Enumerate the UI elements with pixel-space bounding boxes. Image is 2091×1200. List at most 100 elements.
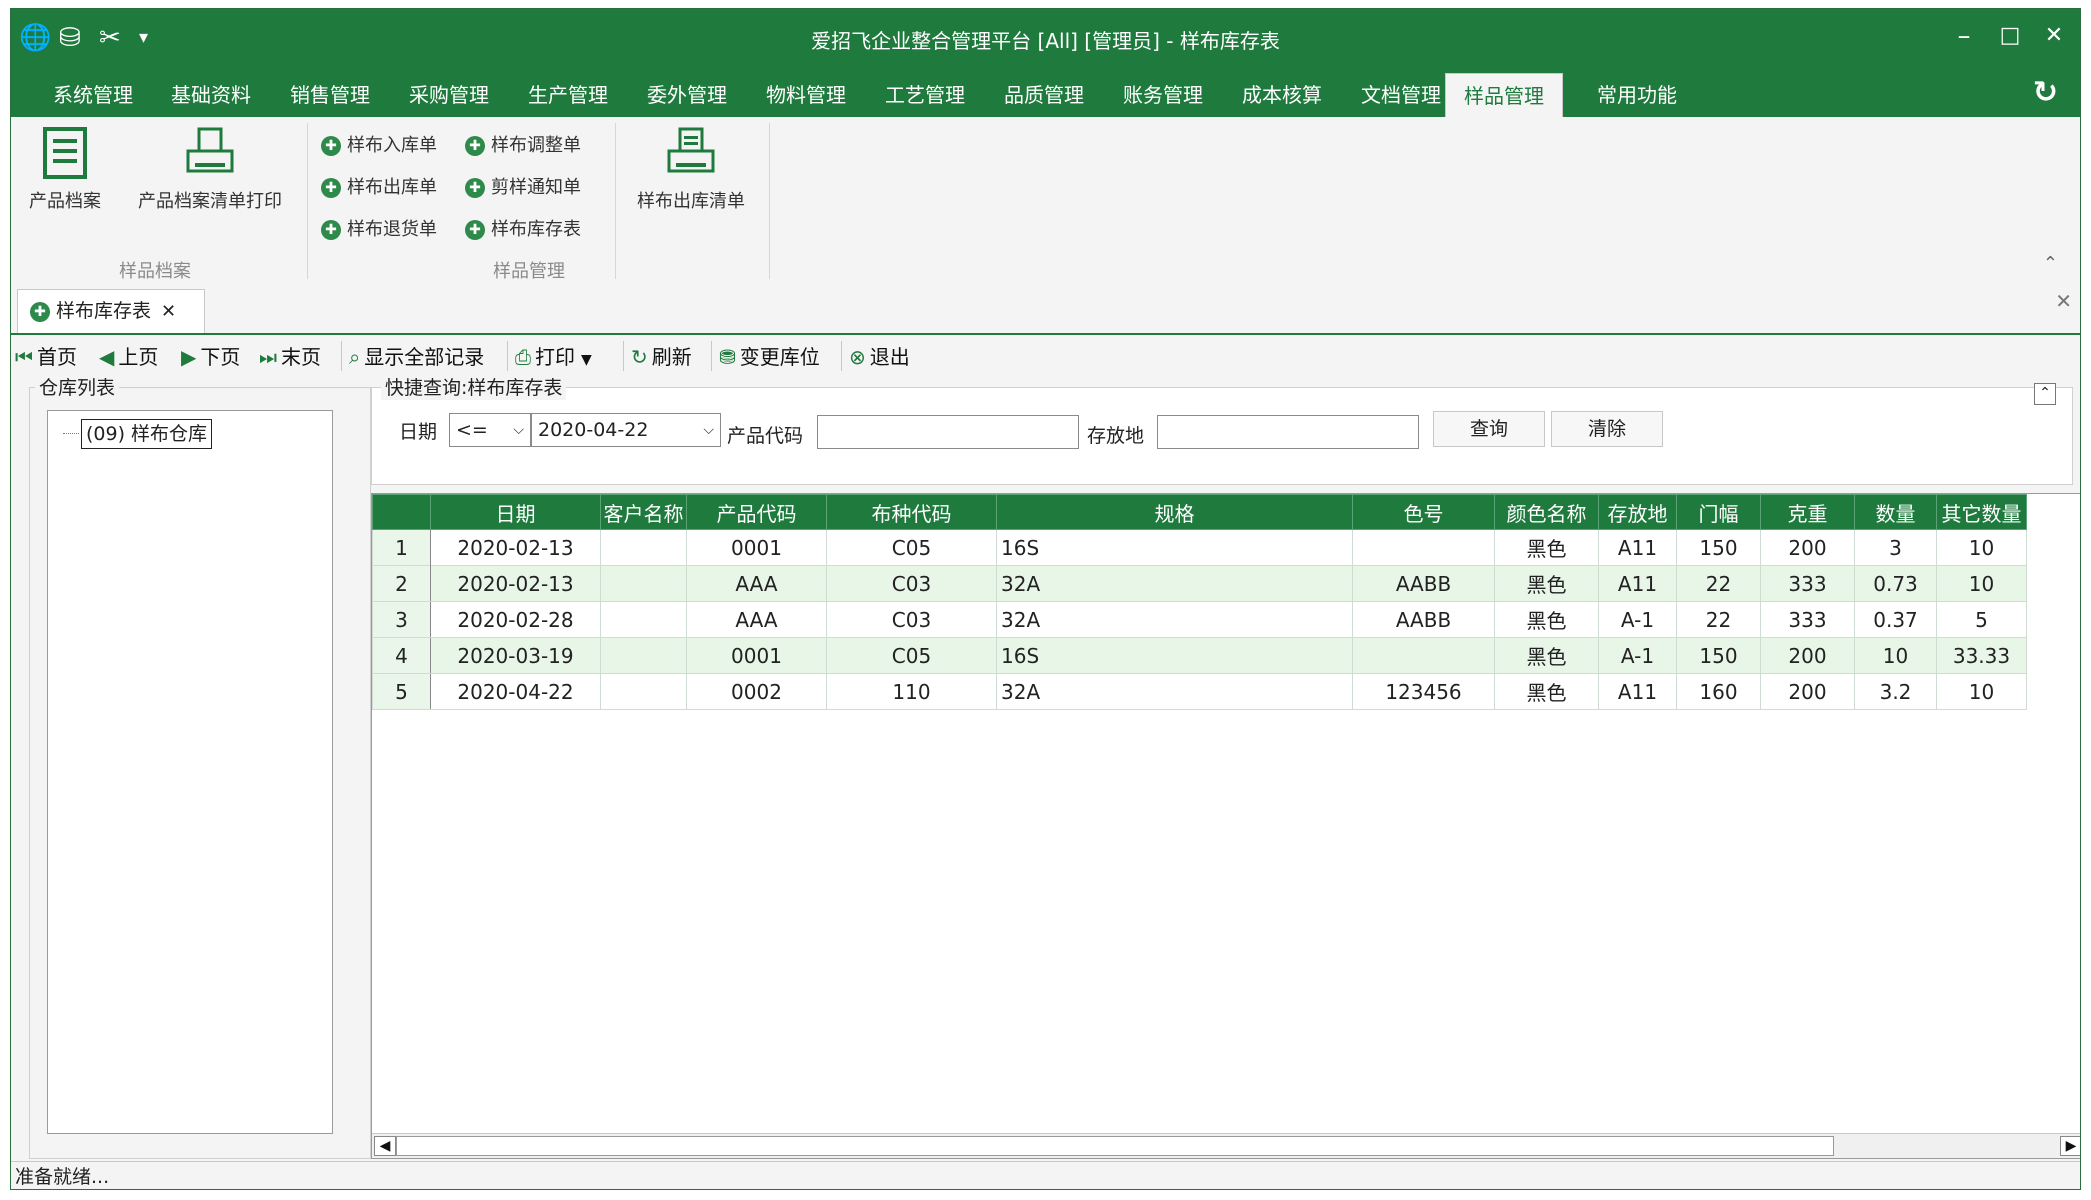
table-cell[interactable]: 10	[1854, 637, 1937, 674]
print-button[interactable]: ⎙ 打印 ▼	[515, 341, 592, 370]
sample-return-button[interactable]: ✚ 样布退货单	[321, 215, 437, 241]
table-cell[interactable]: 黑色	[1494, 565, 1599, 602]
last-page-button[interactable]: ⏭ 末页	[259, 341, 321, 370]
table-cell[interactable]: 123456	[1352, 673, 1495, 710]
table-cell[interactable]: 200	[1760, 529, 1855, 566]
first-page-button[interactable]: ⏮ 首页	[15, 341, 77, 370]
change-location-button[interactable]: ⛃ 变更库位	[719, 341, 820, 370]
table-cell[interactable]: 0001	[686, 529, 827, 566]
prev-page-button[interactable]: ◀ 上页	[99, 341, 158, 370]
minimize-button[interactable]: –	[1944, 21, 1984, 51]
maximize-button[interactable]: □	[1990, 23, 2030, 48]
tab-close-icon[interactable]: ✕	[161, 301, 176, 322]
close-button[interactable]: ✕	[2034, 23, 2074, 48]
table-row[interactable]: 1 2020-02-13 0001 C05 16S 黑色 A11 150 200 3 10	[372, 529, 2027, 566]
table-cell[interactable]: 0002	[686, 673, 827, 710]
column-header[interactable]: 色号	[1352, 494, 1495, 530]
scroll-right-icon[interactable]: ▶	[2060, 1136, 2080, 1156]
table-cell[interactable]: A11	[1598, 673, 1677, 710]
tree-item-warehouse[interactable]: (09) 样布仓库	[81, 419, 213, 449]
table-cell[interactable]: 黑色	[1494, 637, 1599, 674]
sample-adjust-button[interactable]: ✚ 样布调整单	[465, 131, 581, 157]
table-cell[interactable]: 22	[1676, 601, 1761, 638]
table-cell[interactable]: 2020-02-13	[430, 565, 601, 602]
horizontal-scrollbar[interactable]: ◀ ▶	[372, 1133, 2080, 1158]
table-cell[interactable]: 33.33	[1936, 637, 2027, 674]
table-cell[interactable]: AAA	[686, 601, 827, 638]
column-header-rownum[interactable]	[372, 494, 431, 530]
table-cell[interactable]: 16S	[996, 529, 1353, 566]
column-header[interactable]: 客户名称	[600, 494, 687, 530]
table-cell[interactable]	[600, 529, 687, 566]
table-cell[interactable]: 333	[1760, 601, 1855, 638]
table-cell[interactable]: 5	[1936, 601, 2027, 638]
table-cell[interactable]: 32A	[996, 601, 1353, 638]
table-cell[interactable]: 3.2	[1854, 673, 1937, 710]
table-cell[interactable]: 黑色	[1494, 601, 1599, 638]
table-cell[interactable]: 0.73	[1854, 565, 1937, 602]
row-number-cell[interactable]: 1	[372, 529, 431, 566]
show-all-button[interactable]: ⌕ 显示全部记录	[349, 341, 484, 370]
menu-samples[interactable]: 样品管理	[1445, 73, 1563, 117]
table-cell[interactable]: C05	[826, 529, 997, 566]
ribbon-collapse-icon[interactable]: ⌃	[2043, 253, 2058, 274]
row-number-cell[interactable]: 2	[372, 565, 431, 602]
table-cell[interactable]: 32A	[996, 565, 1353, 602]
column-header[interactable]: 日期	[430, 494, 601, 530]
sample-stock-button[interactable]: ✚ 样布库存表	[465, 215, 581, 241]
search-button[interactable]: 查询	[1433, 411, 1545, 447]
table-cell[interactable]: 10	[1936, 565, 2027, 602]
table-cell[interactable]: 150	[1676, 637, 1761, 674]
print-dropdown-icon[interactable]: ▼	[581, 352, 592, 368]
date-operator-select[interactable]: <= ⌵	[449, 413, 531, 447]
refresh-button[interactable]: ↻ 刷新	[631, 341, 692, 370]
scroll-left-icon[interactable]: ◀	[374, 1136, 396, 1156]
table-cell[interactable]: 16S	[996, 637, 1353, 674]
app-refresh-icon[interactable]: ↻	[2033, 75, 2058, 110]
table-cell[interactable]: 0001	[686, 637, 827, 674]
table-cell[interactable]: 160	[1676, 673, 1761, 710]
table-cell[interactable]: 0.37	[1854, 601, 1937, 638]
table-cell[interactable]: 200	[1760, 673, 1855, 710]
table-cell[interactable]: 150	[1676, 529, 1761, 566]
table-cell[interactable]: 黑色	[1494, 673, 1599, 710]
table-cell[interactable]: 黑色	[1494, 529, 1599, 566]
table-row[interactable]: 3 2020-02-28 AAA C03 32A AABB 黑色 A-1 22 333 0.37 5	[372, 601, 2027, 638]
table-cell[interactable]: 110	[826, 673, 997, 710]
row-number-cell[interactable]: 4	[372, 637, 431, 674]
table-cell[interactable]: A-1	[1598, 601, 1677, 638]
menu-costing[interactable]: 成本核算	[1228, 73, 1336, 117]
menu-purchase[interactable]: 采购管理	[395, 73, 503, 117]
sample-out-button[interactable]: ✚ 样布出库单	[321, 173, 437, 199]
table-cell[interactable]: 10	[1936, 673, 2027, 710]
product-file-print-button[interactable]: 产品档案清单打印	[127, 127, 293, 213]
table-cell[interactable]: 22	[1676, 565, 1761, 602]
table-cell[interactable]: C03	[826, 601, 997, 638]
row-number-cell[interactable]: 3	[372, 601, 431, 638]
row-number-cell[interactable]: 5	[372, 673, 431, 710]
menu-basic-data[interactable]: 基础资料	[157, 73, 265, 117]
table-cell[interactable]	[1352, 637, 1495, 674]
sample-out-list-button[interactable]: 样布出库清单	[623, 127, 759, 213]
scrollbar-thumb[interactable]	[396, 1136, 1834, 1156]
table-cell[interactable]	[1352, 529, 1495, 566]
table-row[interactable]: 5 2020-04-22 0002 110 32A 123456 黑色 A11 160 200 3.…	[372, 673, 2027, 710]
column-header[interactable]: 门幅	[1676, 494, 1761, 530]
table-cell[interactable]	[600, 601, 687, 638]
column-header[interactable]: 布种代码	[826, 494, 997, 530]
menu-quality[interactable]: 品质管理	[990, 73, 1098, 117]
column-header[interactable]: 存放地	[1598, 494, 1677, 530]
table-cell[interactable]: 32A	[996, 673, 1353, 710]
table-cell[interactable]: 10	[1936, 529, 2027, 566]
column-header[interactable]: 产品代码	[686, 494, 827, 530]
table-cell[interactable]: AAA	[686, 565, 827, 602]
table-cell[interactable]: AABB	[1352, 565, 1495, 602]
menu-outsourcing[interactable]: 委外管理	[633, 73, 741, 117]
column-header[interactable]: 颜色名称	[1494, 494, 1599, 530]
query-collapse-icon[interactable]: ⌃	[2034, 383, 2056, 405]
sample-in-button[interactable]: ✚ 样布入库单	[321, 131, 437, 157]
table-cell[interactable]: C03	[826, 565, 997, 602]
table-cell[interactable]	[600, 637, 687, 674]
cut-notice-button[interactable]: ✚ 剪样通知单	[465, 173, 581, 199]
table-cell[interactable]: A-1	[1598, 637, 1677, 674]
